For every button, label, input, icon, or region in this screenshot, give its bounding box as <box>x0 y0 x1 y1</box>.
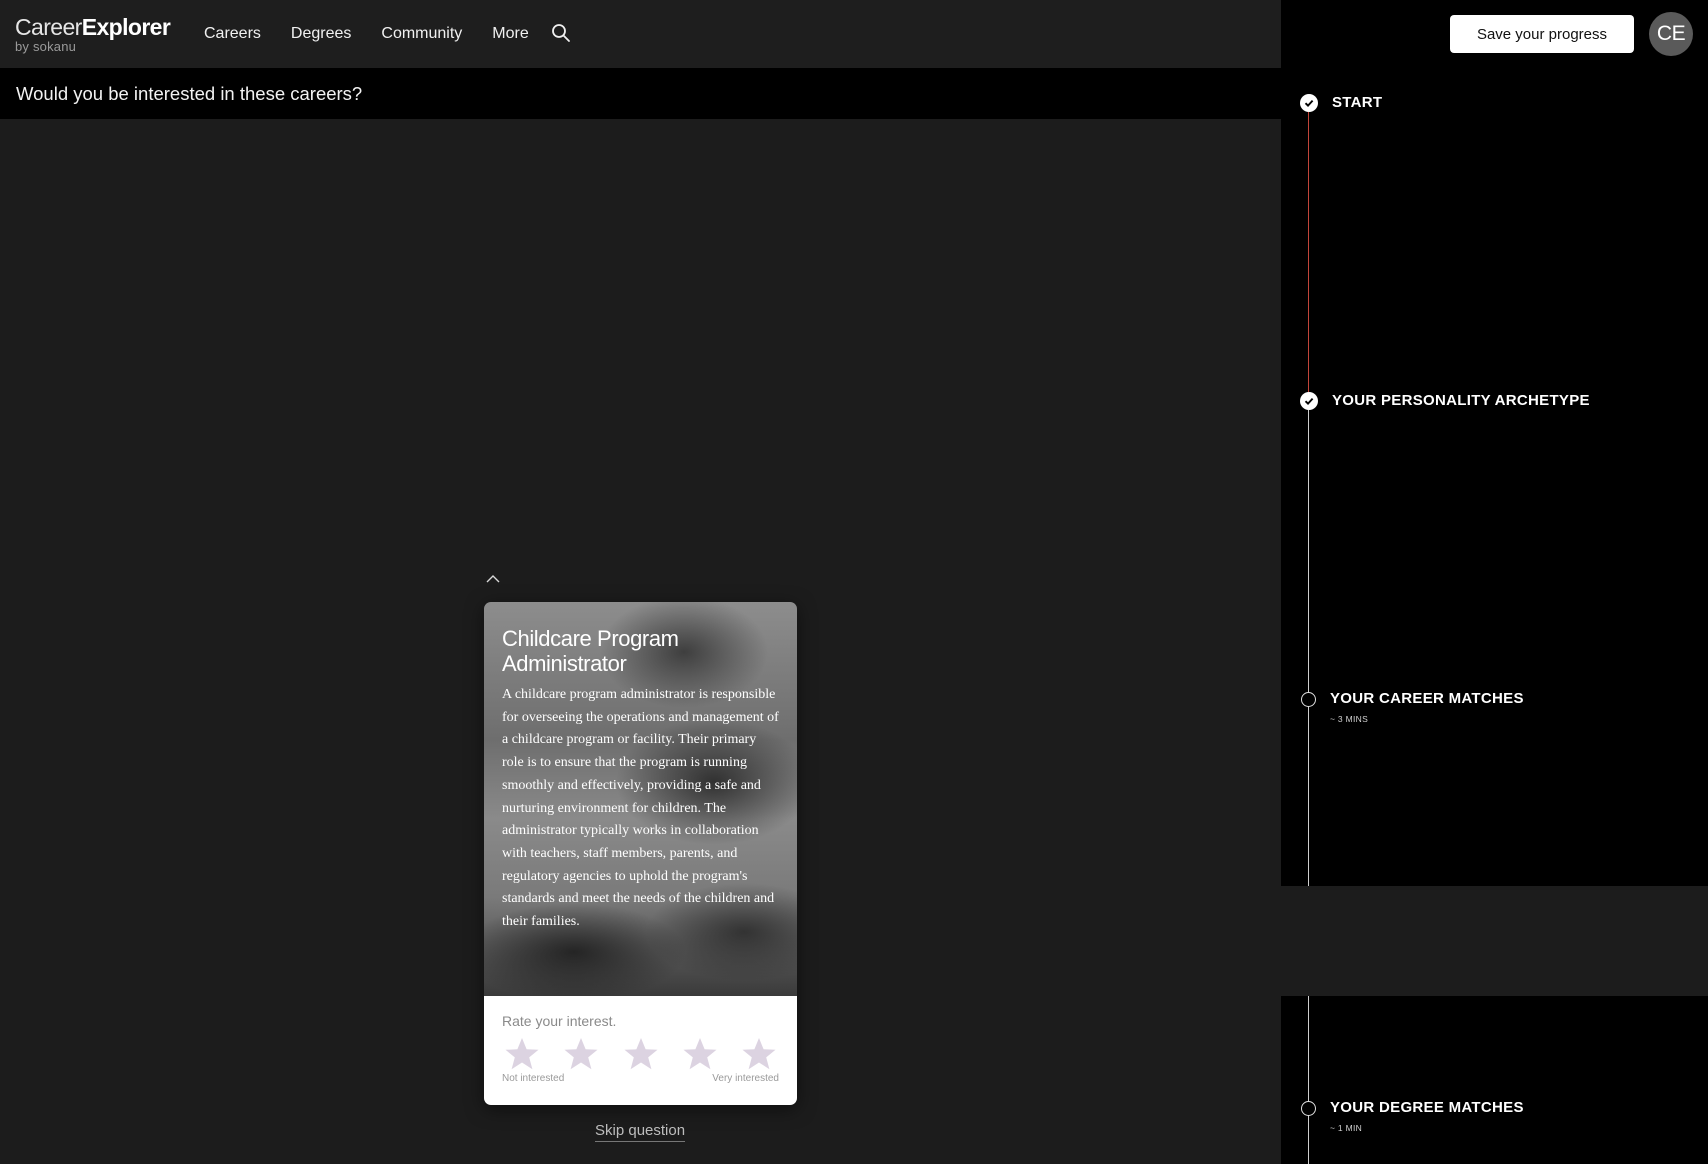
logo-byline: by sokanu <box>15 39 77 54</box>
star-rating <box>502 1036 779 1072</box>
star-icon[interactable] <box>681 1036 719 1072</box>
rating-panel: Rate your interest. Not interested Very … <box>484 996 797 1105</box>
step-personality-archetype[interactable]: YOUR PERSONALITY ARCHETYPE <box>1300 392 1590 410</box>
step-label: YOUR PERSONALITY ARCHETYPE <box>1332 392 1590 409</box>
progress-line <box>1308 410 1309 886</box>
rating-scale: Not interested Very interested <box>502 1073 779 1084</box>
check-icon <box>1300 392 1318 410</box>
step-time: ~ 3 MINS <box>1330 714 1369 724</box>
step-career-matches[interactable]: YOUR CAREER MATCHES ~ 3 MINS <box>1300 690 1524 724</box>
nav-more[interactable]: More <box>492 25 528 43</box>
nav-degrees[interactable]: Degrees <box>291 25 351 43</box>
main-nav: Careers Degrees Community More <box>204 0 559 68</box>
career-card-header: Childcare Program Administrator A childc… <box>484 602 797 996</box>
step-time: ~ 1 MIN <box>1330 1123 1363 1133</box>
career-title: Childcare Program Administrator <box>502 626 679 676</box>
star-icon[interactable] <box>740 1036 778 1072</box>
career-card: Childcare Program Administrator A childc… <box>484 602 797 1105</box>
nav-careers[interactable]: Careers <box>204 25 261 43</box>
question-text: Would you be interested in these careers… <box>16 82 363 104</box>
star-icon[interactable] <box>562 1036 600 1072</box>
chevron-up-icon[interactable] <box>484 572 502 584</box>
step-degree-matches[interactable]: YOUR DEGREE MATCHES ~ 1 MIN <box>1300 1099 1524 1133</box>
scale-low-label: Not interested <box>502 1073 565 1084</box>
save-progress-button[interactable]: Save your progress <box>1450 15 1634 53</box>
career-description: A childcare program administrator is res… <box>502 687 779 930</box>
nav-community[interactable]: Community <box>381 25 462 43</box>
careerexplorer-logo[interactable]: CareerExplorer by sokanu <box>15 14 171 54</box>
rate-interest-label: Rate your interest. <box>502 1013 617 1029</box>
step-label: START <box>1332 94 1383 111</box>
star-icon[interactable] <box>503 1036 541 1072</box>
skip-question-link[interactable]: Skip question <box>595 1122 686 1142</box>
top-navbar: CareerExplorer by sokanu Careers Degrees… <box>0 0 1281 68</box>
step-label: YOUR DEGREE MATCHES <box>1330 1099 1524 1116</box>
circle-icon <box>1301 692 1316 707</box>
progress-line <box>1308 996 1309 1164</box>
logo-career: Career <box>15 14 82 40</box>
step-label: YOUR CAREER MATCHES <box>1330 690 1524 707</box>
star-icon[interactable] <box>622 1036 660 1072</box>
question-bar: Would you be interested in these careers… <box>0 68 1281 119</box>
logo-explorer: Explorer <box>81 14 171 40</box>
step-start[interactable]: START <box>1300 94 1382 112</box>
sidebar-divider <box>1281 886 1708 996</box>
search-icon[interactable] <box>551 23 571 43</box>
scale-high-label: Very interested <box>712 1073 779 1084</box>
check-icon <box>1300 94 1318 112</box>
circle-icon <box>1301 1101 1316 1116</box>
progress-line-complete <box>1308 112 1309 392</box>
avatar[interactable]: CE <box>1649 12 1693 56</box>
